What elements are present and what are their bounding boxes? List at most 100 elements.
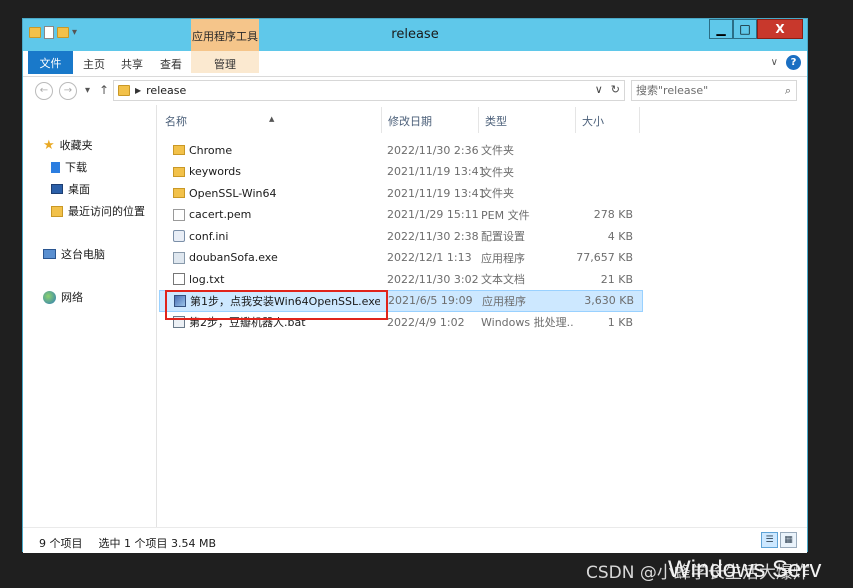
file-name: Chrome bbox=[189, 143, 233, 157]
minimize-button[interactable]: ▁ bbox=[709, 19, 733, 39]
sort-ascending-icon: ▲ bbox=[269, 115, 275, 123]
help-icon[interactable]: ? bbox=[786, 55, 801, 70]
large-icons-view-icon[interactable]: ▦ bbox=[780, 532, 797, 548]
item-count: 9 个项目 bbox=[39, 537, 83, 550]
file-date: 2021/11/19 13:41 bbox=[387, 165, 486, 178]
column-header-date-label: 修改日期 bbox=[388, 115, 432, 128]
file-row[interactable]: conf.ini 2022/11/30 2:38 配置设置 4 KB bbox=[159, 225, 643, 247]
refresh-icon[interactable]: ↻ bbox=[611, 83, 620, 96]
file-date: 2022/11/30 3:02 bbox=[387, 272, 479, 286]
view-switcher: ☰ ▦ bbox=[761, 532, 797, 548]
file-row[interactable]: doubanSofa.exe 2022/12/1 1:13 应用程序 77,657 K… bbox=[159, 247, 643, 269]
file-type: 配置设置 bbox=[481, 230, 525, 243]
file-row[interactable]: log.txt 2022/11/30 3:02 文本文档 21 KB bbox=[159, 268, 643, 290]
file-row[interactable]: cacert.pem 2021/1/29 15:11 PEM 文件 278 KB bbox=[159, 204, 643, 226]
address-controls: ∨ ↻ bbox=[595, 83, 620, 96]
file-size: 4 KB bbox=[607, 229, 633, 243]
file-date: 2022/12/1 1:13 bbox=[387, 251, 472, 264]
close-button[interactable]: X bbox=[757, 19, 803, 39]
column-header-size-label: 大小 bbox=[582, 115, 604, 128]
file-type: 文件夹 bbox=[481, 144, 514, 157]
folder-file-icon bbox=[173, 188, 185, 198]
file-type: 应用程序 bbox=[482, 294, 526, 308]
file-date: 2022/4/9 1:02 bbox=[387, 315, 465, 329]
desktop-icon bbox=[51, 184, 63, 194]
file-name-cell: OpenSSL-Win64 bbox=[159, 187, 379, 200]
maximize-button[interactable]: □ bbox=[733, 19, 757, 39]
nav-favorites[interactable]: ★ 收藏夹 bbox=[43, 137, 93, 153]
tab-view[interactable]: 查看 bbox=[160, 56, 182, 72]
address-field[interactable]: ▶ release ∨ ↻ bbox=[113, 80, 625, 101]
nav-recent-label: 最近访问的位置 bbox=[68, 205, 145, 218]
file-row[interactable]: Chrome 2022/11/30 2:36 文件夹 bbox=[159, 139, 643, 161]
file-name: cacert.pem bbox=[189, 208, 252, 221]
details-view-icon[interactable]: ☰ bbox=[761, 532, 778, 548]
file-size: 77,657 KB bbox=[576, 251, 633, 264]
file-name: log.txt bbox=[189, 272, 225, 286]
tab-manage[interactable]: 管理 bbox=[191, 51, 259, 73]
nav-network-label: 网络 bbox=[61, 291, 83, 304]
file-name: OpenSSL-Win64 bbox=[189, 186, 277, 200]
nav-recent[interactable]: 最近访问的位置 bbox=[51, 203, 145, 219]
expand-ribbon-icon[interactable]: ∨ bbox=[771, 57, 778, 68]
up-button[interactable]: ↑ bbox=[99, 83, 109, 97]
nav-network[interactable]: 网络 bbox=[43, 289, 83, 305]
breadcrumb-release[interactable]: release bbox=[146, 84, 186, 97]
file-date: 2021/1/29 15:11 bbox=[387, 208, 479, 221]
window-controls: ▁ □ X bbox=[709, 19, 803, 39]
recent-places-icon bbox=[51, 205, 63, 217]
file-name-cell: cacert.pem bbox=[159, 208, 379, 221]
file-row[interactable]: OpenSSL-Win64 2021/11/19 13:41 文件夹 bbox=[159, 182, 643, 204]
recent-locations-icon[interactable]: ▾ bbox=[85, 85, 90, 96]
back-button[interactable]: ← bbox=[35, 82, 53, 100]
folder-file-icon bbox=[173, 166, 185, 177]
nav-downloads-label: 下载 bbox=[65, 161, 87, 174]
column-header-size[interactable]: 大小 bbox=[576, 107, 640, 133]
column-header-name[interactable]: ▲ 名称 bbox=[159, 107, 382, 133]
exe-file-icon bbox=[173, 251, 185, 264]
search-input[interactable]: 搜索"release" ⌕ bbox=[631, 80, 797, 101]
file-type: 文件夹 bbox=[481, 187, 514, 200]
content-area: ★ 收藏夹 下载 桌面 最近访问的位置 这台电脑 网络 ▲ 名称 修改日期 类型… bbox=[23, 105, 807, 527]
file-type: 应用程序 bbox=[481, 251, 525, 265]
nav-this-pc[interactable]: 这台电脑 bbox=[43, 246, 105, 262]
column-header-type-label: 类型 bbox=[485, 115, 507, 128]
highlight-box bbox=[165, 290, 388, 320]
title-bar[interactable]: ▾ 应用程序工具 release ▁ □ X bbox=[23, 19, 807, 67]
file-type: Windows 批处理... bbox=[481, 316, 573, 329]
file-date: 2021/11/19 13:41 bbox=[387, 186, 486, 200]
tab-share[interactable]: 共享 bbox=[121, 56, 143, 72]
column-header-date[interactable]: 修改日期 bbox=[382, 107, 479, 133]
breadcrumb-separator-icon[interactable]: ▶ bbox=[135, 86, 141, 95]
file-name-cell: Chrome bbox=[159, 144, 379, 157]
file-size: 21 KB bbox=[600, 272, 633, 286]
status-text: 9 个项目 选中 1 个项目 3.54 MB bbox=[39, 535, 216, 551]
nav-favorites-label: 收藏夹 bbox=[59, 139, 93, 152]
file-date: 2022/11/30 2:38 bbox=[387, 229, 479, 243]
file-type: PEM 文件 bbox=[481, 208, 530, 222]
address-history-icon[interactable]: ∨ bbox=[595, 83, 603, 96]
file-size: 3,630 KB bbox=[584, 294, 634, 307]
star-icon: ★ bbox=[43, 137, 55, 153]
address-bar-row: ← → ▾ ↑ ▶ release ∨ ↻ 搜索"release" ⌕ bbox=[23, 77, 807, 105]
windows-server-brand: Windows Serv bbox=[668, 556, 822, 583]
txt-file-icon bbox=[173, 273, 185, 285]
folder-icon bbox=[118, 85, 130, 96]
column-header-name-label: 名称 bbox=[165, 115, 187, 128]
file-row[interactable]: keywords 2021/11/19 13:41 文件夹 bbox=[159, 161, 643, 183]
file-date: 2021/6/5 19:09 bbox=[388, 294, 473, 307]
nav-desktop[interactable]: 桌面 bbox=[51, 181, 90, 197]
tab-home[interactable]: 主页 bbox=[83, 56, 105, 72]
file-file-icon bbox=[173, 208, 185, 221]
file-name: keywords bbox=[189, 165, 242, 178]
tab-file[interactable]: 文件 bbox=[28, 51, 73, 74]
file-name-cell: log.txt bbox=[159, 273, 379, 286]
forward-button[interactable]: → bbox=[59, 82, 77, 100]
file-date: 2022/11/30 2:36 bbox=[387, 143, 479, 157]
nav-downloads[interactable]: 下载 bbox=[51, 159, 87, 175]
search-placeholder: 搜索"release" bbox=[636, 84, 709, 97]
file-name-cell: keywords bbox=[159, 165, 379, 178]
search-icon[interactable]: ⌕ bbox=[785, 81, 791, 100]
selection-info: 选中 1 个项目 3.54 MB bbox=[98, 537, 217, 550]
column-header-type[interactable]: 类型 bbox=[479, 107, 576, 133]
